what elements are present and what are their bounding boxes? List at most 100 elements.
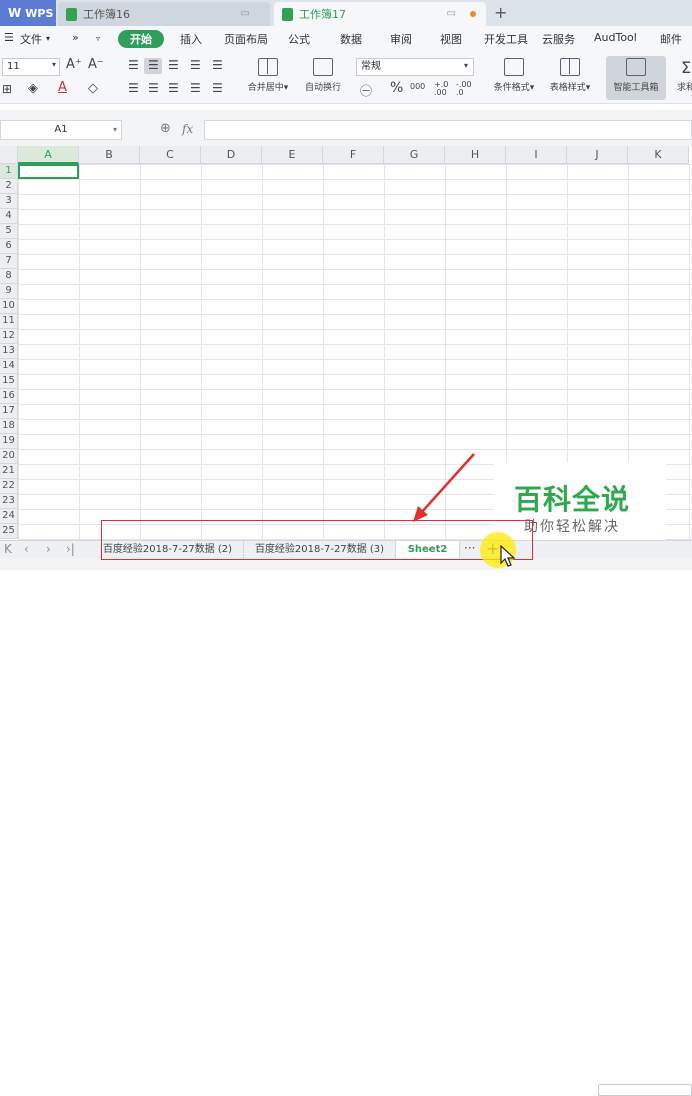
row-header-8[interactable]: 8 <box>0 269 18 284</box>
currency-icon[interactable]: ㊀ <box>360 82 372 99</box>
next-sheet-icon[interactable]: › <box>46 542 51 556</box>
column-header-h[interactable]: H <box>445 146 506 164</box>
column-header-b[interactable]: B <box>79 146 140 164</box>
align-middle-icon[interactable]: ☰ <box>148 58 159 72</box>
horizontal-scrollbar[interactable] <box>598 1084 692 1096</box>
thousands-button[interactable]: 000 <box>410 82 425 91</box>
align-right-icon[interactable]: ☰ <box>168 81 179 95</box>
menu-home[interactable]: 开始 <box>118 30 164 48</box>
window-icon[interactable]: ▭ <box>241 8 250 19</box>
row-header-24[interactable]: 24 <box>0 509 18 524</box>
menu-developer[interactable]: 开发工具 <box>484 31 528 47</box>
double-chevron-icon[interactable]: » <box>72 31 79 44</box>
align-top-icon[interactable]: ☰ <box>128 58 139 72</box>
row-header-12[interactable]: 12 <box>0 329 18 344</box>
column-header-f[interactable]: F <box>323 146 384 164</box>
column-header-g[interactable]: G <box>384 146 445 164</box>
row-header-6[interactable]: 6 <box>0 239 18 254</box>
row-header-21[interactable]: 21 <box>0 464 18 479</box>
column-header-j[interactable]: J <box>567 146 628 164</box>
wrap-text-button[interactable]: 自动换行 <box>298 58 348 93</box>
select-all-corner[interactable] <box>0 146 18 164</box>
align-center-icon[interactable]: ☰ <box>148 81 159 95</box>
row-header-9[interactable]: 9 <box>0 284 18 299</box>
column-header-i[interactable]: I <box>506 146 567 164</box>
align-left-icon[interactable]: ☰ <box>128 81 139 95</box>
increase-decimal-button[interactable]: +.0 .00 <box>434 81 452 97</box>
percent-button[interactable]: % <box>390 80 403 96</box>
menu-formulas[interactable]: 公式 <box>288 31 310 47</box>
menu-view[interactable]: 视图 <box>440 31 462 47</box>
fill-color-icon[interactable]: ◈ <box>28 81 38 96</box>
workbook-tab-16[interactable]: 工作簿16 ▭ <box>58 2 270 26</box>
row-header-10[interactable]: 10 <box>0 299 18 314</box>
smart-toolbox-button[interactable]: 智能工具箱 <box>606 56 666 100</box>
window-icon[interactable]: ▭ <box>447 8 456 19</box>
column-header-d[interactable]: D <box>201 146 262 164</box>
row-header-23[interactable]: 23 <box>0 494 18 509</box>
menu-page-layout[interactable]: 页面布局 <box>224 31 268 47</box>
indent-decrease-icon[interactable]: ☰ <box>190 58 201 72</box>
number-format-select[interactable]: 常规 <box>356 58 474 76</box>
row-header-17[interactable]: 17 <box>0 404 18 419</box>
row-header-5[interactable]: 5 <box>0 224 18 239</box>
align-bottom-icon[interactable]: ☰ <box>168 58 179 72</box>
increase-font-button[interactable]: A⁺ <box>66 57 82 72</box>
font-color-icon[interactable]: A <box>58 80 67 95</box>
first-sheet-icon[interactable]: K <box>4 542 12 556</box>
menu-audtool[interactable]: AudTool <box>594 31 637 44</box>
row-header-7[interactable]: 7 <box>0 254 18 269</box>
row-header-25[interactable]: 25 <box>0 524 18 539</box>
row-header-18[interactable]: 18 <box>0 419 18 434</box>
row-header-16[interactable]: 16 <box>0 389 18 404</box>
last-sheet-icon[interactable]: ›| <box>66 542 75 556</box>
active-cell-a1[interactable] <box>18 164 79 179</box>
clear-format-icon[interactable]: ◇ <box>88 81 98 96</box>
wps-home-tab[interactable]: W WPS <box>0 0 56 26</box>
chevron-down-icon[interactable]: ▾ <box>113 121 117 139</box>
border-icon[interactable]: ⊞ <box>2 82 12 96</box>
autosum-button[interactable]: Σ 求和 <box>676 58 692 93</box>
chevron-down-icon[interactable]: ▿ <box>96 34 100 43</box>
decrease-font-button[interactable]: A⁻ <box>88 57 104 72</box>
chevron-down-icon[interactable]: ▾ <box>52 60 56 69</box>
name-box[interactable]: A1 ▾ <box>0 120 122 140</box>
merge-center-button[interactable]: 合并居中▾ <box>240 58 296 93</box>
menu-mail[interactable]: 邮件 <box>660 31 682 47</box>
row-header-13[interactable]: 13 <box>0 344 18 359</box>
row-header-3[interactable]: 3 <box>0 194 18 209</box>
column-header-c[interactable]: C <box>140 146 201 164</box>
new-tab-button[interactable]: + <box>494 3 507 22</box>
row-header-15[interactable]: 15 <box>0 374 18 389</box>
row-header-4[interactable]: 4 <box>0 209 18 224</box>
workbook-tab-17[interactable]: 工作簿17 ▭ <box>274 2 486 26</box>
row-header-19[interactable]: 19 <box>0 434 18 449</box>
chevron-down-icon[interactable]: ▾ <box>464 61 468 70</box>
menu-cloud[interactable]: 云服务 <box>542 31 575 47</box>
menu-data[interactable]: 数据 <box>340 31 362 47</box>
fx-icon[interactable]: fx <box>182 122 193 136</box>
justify-icon[interactable]: ☰ <box>190 81 201 95</box>
formula-input[interactable] <box>204 120 692 140</box>
row-header-14[interactable]: 14 <box>0 359 18 374</box>
prev-sheet-icon[interactable]: ‹ <box>24 542 29 556</box>
indent-increase-icon[interactable]: ☰ <box>212 58 223 72</box>
table-style-button[interactable]: 表格样式▾ <box>542 58 598 93</box>
hamburger-icon[interactable]: ☰ <box>4 31 14 44</box>
row-header-22[interactable]: 22 <box>0 479 18 494</box>
distribute-icon[interactable]: ☰ <box>212 81 223 95</box>
row-header-11[interactable]: 11 <box>0 314 18 329</box>
menu-review[interactable]: 审阅 <box>390 31 412 47</box>
row-header-1[interactable]: 1 <box>0 164 18 179</box>
menu-file[interactable]: 文件 <box>20 31 42 47</box>
row-header-20[interactable]: 20 <box>0 449 18 464</box>
decrease-decimal-button[interactable]: -.00 .0 <box>456 81 474 97</box>
column-header-a[interactable]: A <box>18 146 79 164</box>
column-header-e[interactable]: E <box>262 146 323 164</box>
zoom-icon[interactable]: ⊕ <box>160 121 171 136</box>
chevron-down-icon[interactable]: ▾ <box>46 34 50 43</box>
row-header-2[interactable]: 2 <box>0 179 18 194</box>
conditional-format-button[interactable]: 条件格式▾ <box>486 58 542 93</box>
column-header-k[interactable]: K <box>628 146 689 164</box>
menu-insert[interactable]: 插入 <box>180 31 202 47</box>
